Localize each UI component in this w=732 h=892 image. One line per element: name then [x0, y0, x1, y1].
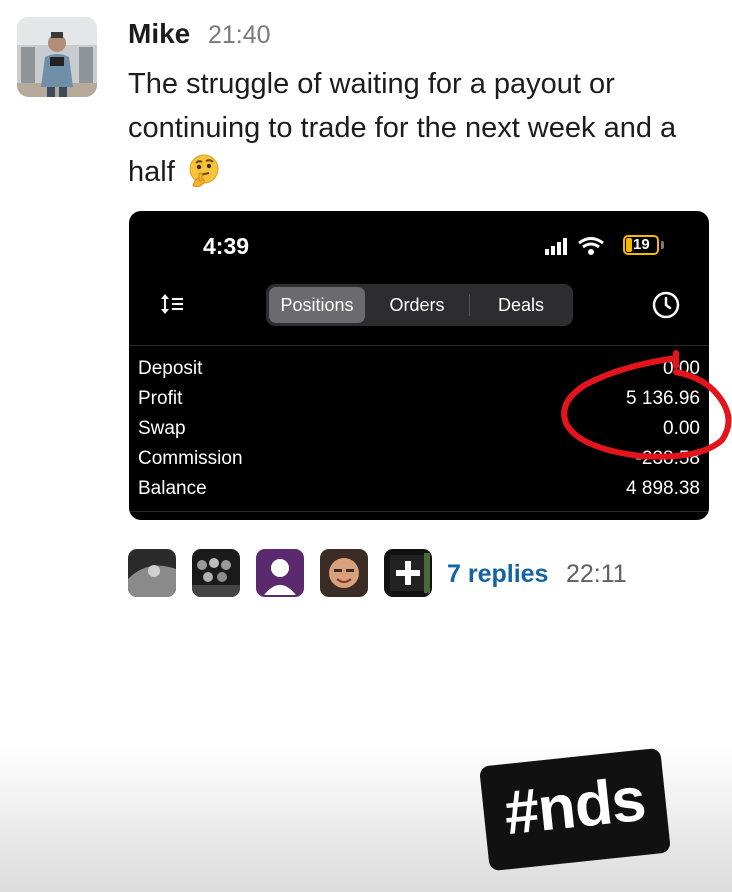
reply-avatar[interactable] — [320, 549, 368, 597]
clock-icon[interactable] — [652, 291, 680, 319]
attached-screenshot[interactable]: 4:39 19 Positions Orders Deals Deposit 0… — [129, 211, 709, 520]
avatar-photo — [192, 549, 240, 597]
row-value: 4 898.38 — [626, 478, 700, 499]
summary-row-balance: Balance 4 898.38 — [138, 474, 700, 504]
header-divider — [129, 345, 709, 346]
message-timestamp[interactable]: 21:40 — [208, 21, 271, 50]
tab-positions[interactable]: Positions — [269, 287, 365, 323]
message-author[interactable]: Mike — [128, 18, 190, 50]
author-avatar[interactable] — [17, 17, 97, 97]
reply-avatar[interactable] — [128, 549, 176, 597]
thinking-face-icon — [189, 154, 219, 187]
signal-wifi-icons — [545, 237, 604, 255]
avatar-photo — [17, 17, 97, 97]
thread-replies-link[interactable]: 7 replies — [447, 560, 548, 589]
avatar-photo — [320, 549, 368, 597]
row-label: Swap — [138, 418, 186, 439]
row-label: Profit — [138, 388, 183, 409]
status-time: 4:39 — [203, 233, 250, 259]
battery-tip — [661, 241, 664, 249]
summary-row-profit: Profit 5 136.96 — [138, 384, 700, 414]
reply-avatar[interactable] — [384, 549, 432, 597]
segmented-control: Positions Orders Deals — [266, 284, 573, 326]
summary-row-commission: Commission -238.58 — [138, 444, 700, 474]
thread-last-reply-time: 22:11 — [566, 560, 627, 588]
hashtag-sticker: #nds — [479, 747, 671, 872]
sort-icon[interactable] — [159, 293, 185, 315]
summary-row-deposit: Deposit 0.00 — [138, 354, 700, 384]
footer-divider — [129, 511, 709, 512]
reply-avatar[interactable] — [192, 549, 240, 597]
row-label: Commission — [138, 448, 243, 469]
segment-divider — [469, 294, 470, 316]
tab-deals[interactable]: Deals — [473, 287, 569, 323]
plus-icon — [384, 549, 432, 597]
row-label: Deposit — [138, 358, 203, 379]
reply-avatar[interactable] — [256, 549, 304, 597]
row-label: Balance — [138, 478, 207, 499]
row-value: 5 136.96 — [626, 388, 700, 409]
message-text: The struggle of waiting for a payout or … — [128, 62, 718, 194]
summary-row-swap: Swap 0.00 — [138, 414, 700, 444]
row-value: 0.00 — [663, 418, 700, 439]
row-value: -238.58 — [635, 448, 700, 469]
tab-orders[interactable]: Orders — [369, 287, 465, 323]
user-placeholder-icon — [256, 549, 304, 597]
row-value: 0.00 — [663, 358, 700, 379]
avatar-photo — [128, 549, 176, 597]
battery-level: 19 — [633, 236, 650, 253]
